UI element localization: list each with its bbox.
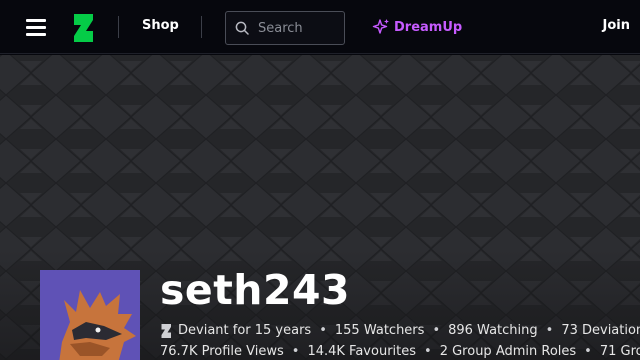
join-button[interactable]: Join: [603, 18, 630, 33]
profile-stats-row: 76.7K Profile Views • 14.4K Favourites •…: [160, 344, 640, 359]
deviant-since: Deviant for 15 years: [178, 323, 312, 338]
dreamup-button[interactable]: DreamUp: [372, 18, 462, 36]
separator: •: [319, 323, 327, 338]
profile-stats-row: Deviant for 15 years • 155 Watchers • 89…: [160, 323, 640, 338]
separator: •: [432, 323, 441, 338]
nav-divider: [201, 16, 202, 38]
separator: •: [291, 344, 300, 359]
favourites-count[interactable]: 14.4K Favourites: [307, 344, 416, 359]
profile-views-count: 76.7K Profile Views: [160, 344, 284, 359]
separator: •: [584, 344, 592, 359]
deviantart-badge-icon: [161, 323, 171, 338]
avatar[interactable]: [40, 270, 140, 360]
group-admin-roles-count[interactable]: 2 Group Admin Roles: [440, 344, 576, 359]
watching-count[interactable]: 896 Watching: [448, 323, 538, 338]
search-icon: [235, 21, 249, 35]
groups-count[interactable]: 71 Group: [600, 344, 640, 359]
hamburger-menu-icon[interactable]: [24, 17, 48, 39]
search-input[interactable]: Search: [225, 11, 345, 45]
watchers-count[interactable]: 155 Watchers: [335, 323, 425, 338]
search-placeholder: Search: [258, 20, 303, 36]
deviations-count[interactable]: 73 Deviations: [561, 323, 640, 338]
dreamup-label: DreamUp: [394, 19, 463, 35]
nav-divider: [118, 16, 119, 38]
avatar-image: [40, 270, 140, 360]
profile-username: seth243: [160, 266, 351, 314]
top-navigation-bar: Shop Search DreamUp Join: [0, 0, 640, 54]
separator: •: [545, 323, 554, 338]
sparkles-icon: [372, 19, 389, 34]
shop-link[interactable]: Shop: [142, 18, 179, 33]
separator: •: [424, 344, 432, 359]
deviantart-logo-icon[interactable]: [72, 14, 94, 42]
